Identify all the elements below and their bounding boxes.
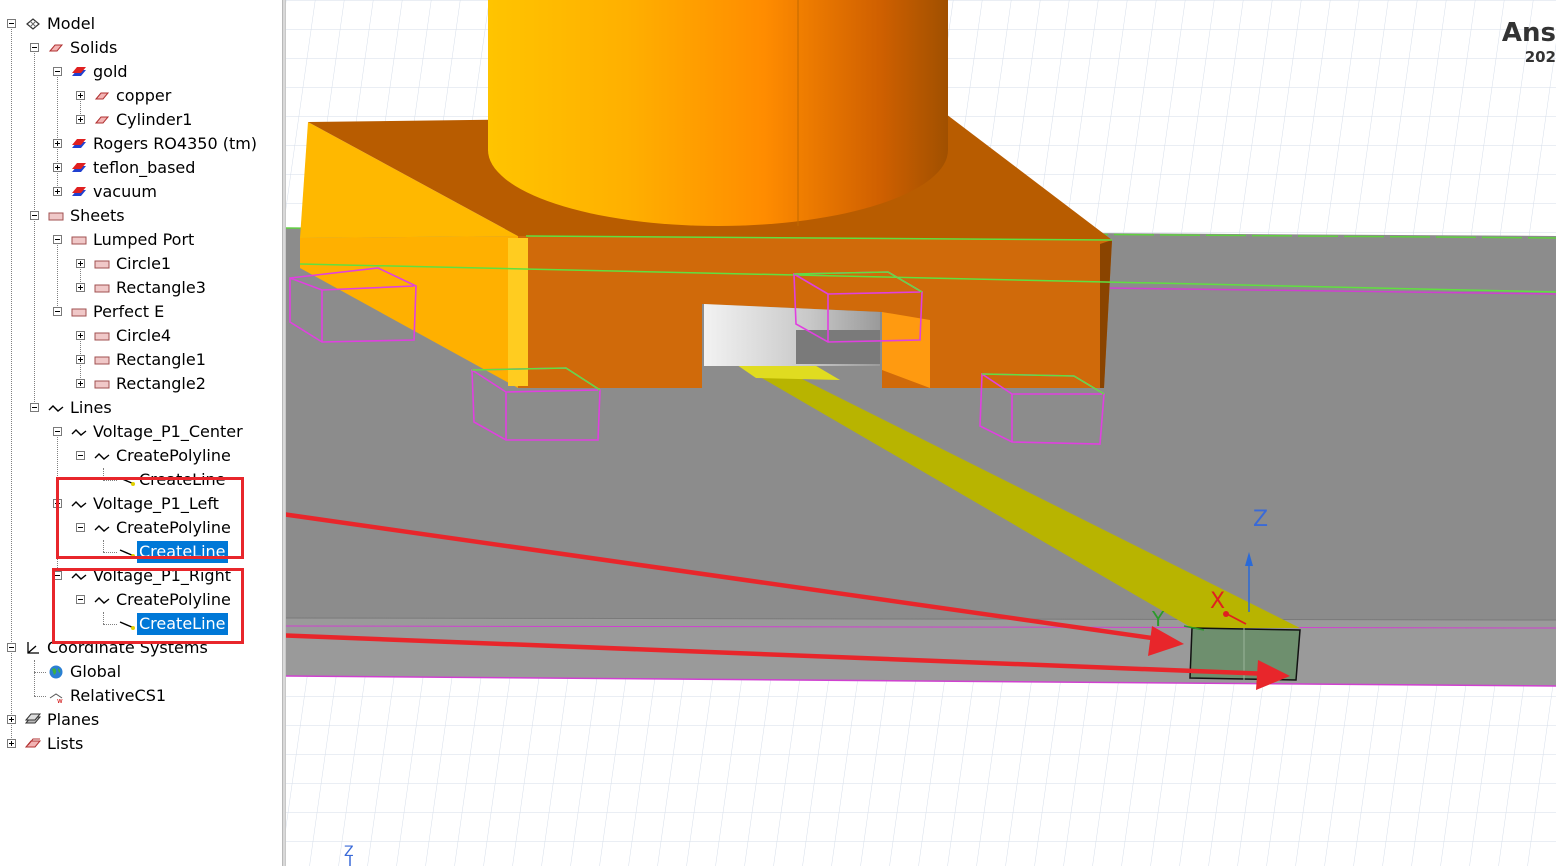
annotation-box-right (52, 568, 244, 644)
tree-label: teflon_based (93, 158, 196, 177)
sheet-icon (94, 284, 110, 293)
tree-guide (57, 240, 58, 312)
expand-toggle-icon[interactable] (53, 187, 62, 196)
model-icon (26, 18, 40, 30)
ansys-logo-text: Ans (1501, 18, 1556, 48)
collapse-toggle-icon[interactable] (53, 427, 62, 436)
tree-label: Circle1 (116, 254, 172, 273)
tree-guide (57, 72, 58, 192)
planes-icon (24, 713, 42, 724)
collapse-toggle-icon[interactable] (7, 643, 16, 652)
material-icon (72, 67, 86, 76)
cutout-shadow (796, 330, 880, 364)
annotation-box-left (56, 477, 244, 559)
tree-label: vacuum (93, 182, 157, 201)
tree-label: Lumped Port (93, 230, 195, 249)
solid-object-icon (94, 116, 110, 124)
collapse-toggle-icon[interactable] (7, 19, 16, 28)
expand-toggle-icon[interactable] (76, 355, 85, 364)
collapse-toggle-icon[interactable] (53, 307, 62, 316)
tree-label: Solids (70, 38, 118, 57)
collapse-toggle-icon[interactable] (30, 403, 39, 412)
expand-toggle-icon[interactable] (76, 379, 85, 388)
mini-axis-z-label: Z (344, 844, 354, 860)
material-icon (72, 163, 86, 172)
sheet-icon (94, 260, 110, 269)
expand-toggle-icon[interactable] (76, 91, 85, 100)
expand-toggle-icon[interactable] (76, 259, 85, 268)
expand-toggle-icon[interactable] (53, 163, 62, 172)
tree-label: Voltage_P1_Center (93, 422, 243, 441)
material-icon (72, 139, 86, 148)
tree-label: Rogers RO4350 (tm) (93, 134, 258, 153)
ansys-version-year: 202 (1524, 48, 1556, 66)
polyline-icon (94, 453, 110, 460)
tree-label: Global (70, 662, 122, 681)
tree-label: Cylinder1 (116, 110, 193, 129)
collapse-toggle-icon[interactable] (30, 211, 39, 220)
axis-z-label: Z (1253, 507, 1268, 532)
collapse-toggle-icon[interactable] (30, 43, 39, 52)
globe-icon (49, 665, 63, 679)
solids-folder-icon (48, 44, 64, 52)
tree-guide (34, 48, 35, 408)
lists-icon (24, 738, 42, 748)
polyline-icon (48, 405, 64, 412)
tree-label: RelativeCS1 (70, 686, 167, 705)
expand-toggle-icon[interactable] (7, 739, 16, 748)
tree-guide (11, 24, 12, 744)
tree-label: copper (116, 86, 172, 105)
coordinate-system-icon (27, 642, 39, 654)
expand-toggle-icon[interactable] (76, 283, 85, 292)
modeler-3d-viewport[interactable]: Z X Y Z Ans 202 (286, 0, 1556, 866)
expand-toggle-icon[interactable] (7, 715, 16, 724)
sheet-icon (94, 380, 110, 389)
sheet-folder-icon (48, 212, 64, 221)
tree-label: Perfect E (93, 302, 165, 321)
tree-guide (34, 672, 46, 673)
sheet-icon (94, 332, 110, 341)
polyline-icon (71, 429, 87, 436)
scene-canvas: Z X Y Z (286, 0, 1556, 866)
tree-label: Circle4 (116, 326, 172, 345)
model-tree-panel[interactable]: Model Solids gold copper Cylinder1 Roger… (0, 0, 282, 866)
tree-label: Rectangle3 (116, 278, 206, 297)
collapse-toggle-icon[interactable] (53, 67, 62, 76)
svg-text:w: w (57, 697, 63, 704)
coax-cylinder-base (488, 74, 948, 226)
sheet-icon (71, 236, 87, 245)
sheet-icon (94, 356, 110, 365)
tree-label: Rectangle1 (116, 350, 206, 369)
material-icon (72, 187, 86, 196)
connector-edge-highlight (508, 238, 528, 386)
solid-object-icon (94, 92, 110, 100)
tree-label: gold (93, 62, 128, 81)
relative-cs-icon: w (49, 693, 63, 704)
pcb-substrate-front (286, 618, 1556, 686)
collapse-toggle-icon[interactable] (76, 451, 85, 460)
tree-label: Sheets (70, 206, 125, 225)
collapse-toggle-icon[interactable] (53, 235, 62, 244)
expand-toggle-icon[interactable] (53, 139, 62, 148)
tree-label: CreatePolyline (116, 446, 231, 465)
expand-toggle-icon[interactable] (76, 331, 85, 340)
tree-label: Lines (70, 398, 112, 417)
expand-toggle-icon[interactable] (76, 115, 85, 124)
tree-label: Lists (47, 734, 84, 753)
tree-label: Model (47, 14, 96, 33)
axis-x-label: X (1210, 589, 1225, 614)
tree-label: Planes (47, 710, 100, 729)
tree-label: Rectangle2 (116, 374, 206, 393)
tree-guide (34, 696, 46, 697)
tree-guide (34, 660, 35, 696)
sheet-icon (71, 308, 87, 317)
